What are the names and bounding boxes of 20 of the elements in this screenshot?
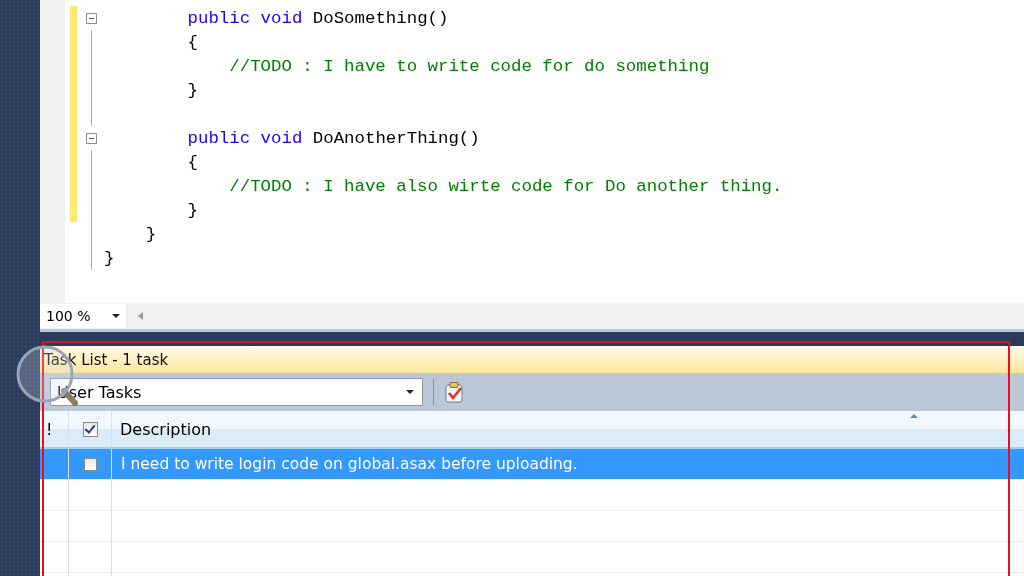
code-line: } <box>104 248 115 268</box>
code-line: public void DoAnotherThing() <box>187 128 480 148</box>
clipboard-check-icon[interactable] <box>444 381 464 403</box>
code-line: { <box>187 152 198 172</box>
column-header[interactable]: ! <box>40 411 69 447</box>
checkbox[interactable] <box>83 457 97 471</box>
zoom-dropdown[interactable]: 100 % <box>40 304 126 328</box>
code-line: } <box>187 200 198 220</box>
code-line: } <box>187 80 198 100</box>
column-header[interactable]: Description <box>112 411 1024 447</box>
code-line: //TODO : I have also wirte code for Do another thing. <box>229 176 783 196</box>
code-line: { <box>187 32 198 52</box>
checkbox[interactable] <box>82 421 98 437</box>
sort-icon <box>910 414 918 418</box>
code-line: public void DoSomething() <box>187 8 449 28</box>
code-line: } <box>145 224 157 244</box>
task-description: I need to write login code on global.asax before uploading. <box>120 454 579 475</box>
collapse-icon[interactable] <box>85 12 97 24</box>
collapse-icon[interactable] <box>85 132 97 144</box>
code-line: //TODO : I have to write code for do something <box>229 56 710 76</box>
